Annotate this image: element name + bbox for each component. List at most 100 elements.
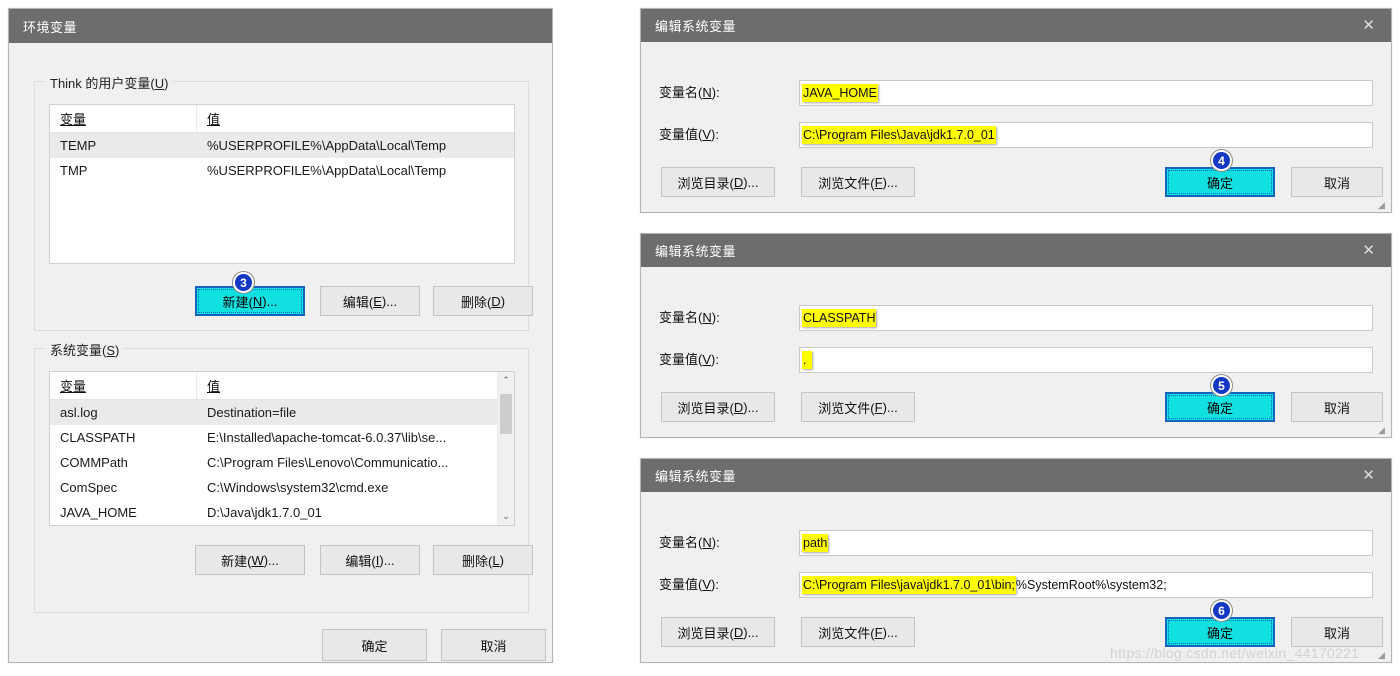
variable-value-label: 变量值(V): [659,127,719,142]
close-icon[interactable]: ✕ [1354,241,1383,260]
table-row[interactable]: COMMPath C:\Program Files\Lenovo\Communi… [50,450,497,475]
cell-variable-name: asl.log [60,405,98,420]
variable-name-row: 变量名(N): JAVA_HOME [641,80,1391,106]
close-icon[interactable]: ✕ [1354,466,1383,485]
edit-dialog-titlebar: 编辑系统变量 ✕ [641,459,1391,492]
step-badge-3: 3 [233,272,254,293]
resize-grip-icon[interactable]: ◢ [1378,425,1388,435]
edit-ok-button[interactable]: 确定 [1165,392,1275,422]
column-header-value[interactable]: 值 [197,372,497,399]
cell-variable-name: CLASSPATH [60,430,136,445]
edit-dialog-body: 变量名(N): JAVA_HOME 变量值(V): C:\Program Fil… [641,42,1391,212]
environment-variables-dialog: 环境变量 Think 的用户变量(U) 变量 值 TEMP %USERPROFI… [8,8,553,663]
cell-variable-value: D:\Java\jdk1.7.0_01 [207,505,322,520]
variable-value-row: 变量值(V): . [641,347,1391,373]
cell-variable-value: %USERPROFILE%\AppData\Local\Temp [207,138,447,153]
scrollbar-thumb[interactable] [500,394,512,434]
column-header-value[interactable]: 值 [197,105,514,132]
browse-file-button[interactable]: 浏览文件(F)... [801,167,915,197]
system-delete-button[interactable]: 删除(L) [433,545,533,575]
user-edit-button[interactable]: 编辑(E)... [320,286,420,316]
edit-system-variable-dialog-classpath: 编辑系统变量 ✕ 变量名(N): CLASSPATH 变量值(V): . 浏览目… [640,233,1392,438]
edit-dialog-title: 编辑系统变量 [655,19,737,34]
user-variables-group: Think 的用户变量(U) 变量 值 TEMP %USERPROFILE%\A… [34,73,533,331]
system-variables-group-label: 系统变量(S) [45,340,125,359]
edit-cancel-button[interactable]: 取消 [1291,167,1383,197]
system-list-scrollbar[interactable]: ⌃ ⌄ [497,372,514,525]
variable-name-label: 变量名(N): [659,85,720,100]
edit-cancel-button[interactable]: 取消 [1291,392,1383,422]
variable-value-label: 变量值(V): [659,352,719,367]
resize-grip-icon[interactable]: ◢ [1378,200,1388,210]
edit-system-variable-dialog-java-home: 编辑系统变量 ✕ 变量名(N): JAVA_HOME 变量值(V): C:\Pr… [640,8,1392,213]
column-header-name[interactable]: 变量 [50,372,197,399]
system-group-accel: S [106,343,116,358]
table-row[interactable]: CLASSPATH E:\Installed\apache-tomcat-6.0… [50,425,497,450]
env-ok-button[interactable]: 确定 [322,629,427,661]
close-icon[interactable]: ✕ [1354,16,1383,35]
cell-variable-name: JAVA_HOME [60,505,137,520]
user-variables-header: 变量 值 [50,105,514,133]
browse-file-button[interactable]: 浏览文件(F)... [801,392,915,422]
variable-value-input[interactable]: . [799,347,1373,373]
env-cancel-button[interactable]: 取消 [441,629,546,661]
table-row[interactable]: asl.log Destination=file [50,400,497,425]
browse-directory-button[interactable]: 浏览目录(D)... [661,617,775,647]
screenshot-root: 环境变量 Think 的用户变量(U) 变量 值 TEMP %USERPROFI… [0,0,1400,676]
user-variables-list[interactable]: 变量 值 TEMP %USERPROFILE%\AppData\Local\Te… [49,104,515,264]
cell-variable-value: Destination=file [207,405,297,420]
user-delete-button[interactable]: 删除(D) [433,286,533,316]
table-row[interactable]: ComSpec C:\Windows\system32\cmd.exe [50,475,497,500]
watermark-text: https://blog.csdn.net/weixin_44170221 [1110,645,1360,661]
variable-value-tail: %SystemRoot%\system32; [1015,578,1167,592]
scroll-up-icon[interactable]: ⌃ [498,372,514,389]
system-variables-list[interactable]: 变量 值 asl.log Destination=file CLASSPATH … [49,371,515,526]
resize-grip-icon[interactable]: ◢ [1378,650,1388,660]
env-dialog-titlebar: 环境变量 [9,9,552,43]
cell-variable-name: TEMP [60,138,97,153]
variable-value-input[interactable]: C:\Program Files\java\jdk1.7.0_01\bin; %S… [799,572,1373,598]
column-header-name[interactable]: 变量 [50,105,197,132]
system-variables-header: 变量 值 [50,372,514,400]
variable-name-value: CLASSPATH [802,309,877,327]
variable-value-value: C:\Program Files\Java\jdk1.7.0_01 [802,126,996,144]
variable-name-label: 变量名(N): [659,535,720,550]
variable-value-label: 变量值(V): [659,577,719,592]
system-new-button[interactable]: 新建(W)... [195,545,305,575]
variable-name-value: path [802,534,829,552]
variable-value-row: 变量值(V): C:\Program Files\Java\jdk1.7.0_0… [641,122,1391,148]
scroll-down-icon[interactable]: ⌄ [498,508,514,525]
browse-directory-button[interactable]: 浏览目录(D)... [661,167,775,197]
step-badge-5: 5 [1211,375,1232,396]
table-row[interactable]: JAVA_HOME D:\Java\jdk1.7.0_01 [50,500,497,525]
cell-variable-value: C:\Windows\system32\cmd.exe [207,480,389,495]
variable-name-row: 变量名(N): CLASSPATH [641,305,1391,331]
variable-name-label: 变量名(N): [659,310,720,325]
system-edit-button[interactable]: 编辑(I)... [320,545,420,575]
env-dialog-title: 环境变量 [23,19,78,35]
variable-name-input[interactable]: CLASSPATH [799,305,1373,331]
browse-file-button[interactable]: 浏览文件(F)... [801,617,915,647]
variable-name-input[interactable]: JAVA_HOME [799,80,1373,106]
variable-name-row: 变量名(N): path [641,530,1391,556]
variable-value-value: . [802,351,812,369]
edit-cancel-button[interactable]: 取消 [1291,617,1383,647]
table-row[interactable]: TMP %USERPROFILE%\AppData\Local\Temp [50,158,514,183]
system-variables-group: 系统变量(S) 变量 值 asl.log Destination=file CL… [34,340,533,613]
variable-value-value: C:\Program Files\java\jdk1.7.0_01\bin; [802,576,1016,594]
edit-dialog-title: 编辑系统变量 [655,244,737,259]
variable-name-input[interactable]: path [799,530,1373,556]
cell-variable-name: ComSpec [60,480,118,495]
cell-variable-name: COMMPath [60,455,128,470]
variable-value-row: 变量值(V): C:\Program Files\java\jdk1.7.0_0… [641,572,1391,598]
edit-dialog-titlebar: 编辑系统变量 ✕ [641,234,1391,267]
edit-ok-button[interactable]: 确定 [1165,167,1275,197]
edit-ok-button[interactable]: 确定 [1165,617,1275,647]
browse-directory-button[interactable]: 浏览目录(D)... [661,392,775,422]
variable-value-input[interactable]: C:\Program Files\Java\jdk1.7.0_01 [799,122,1373,148]
user-group-accel: U [154,76,165,91]
user-variables-group-label: Think 的用户变量(U) [45,73,174,92]
edit-dialog-titlebar: 编辑系统变量 ✕ [641,9,1391,42]
step-badge-4: 4 [1211,150,1232,171]
table-row[interactable]: TEMP %USERPROFILE%\AppData\Local\Temp [50,133,514,158]
